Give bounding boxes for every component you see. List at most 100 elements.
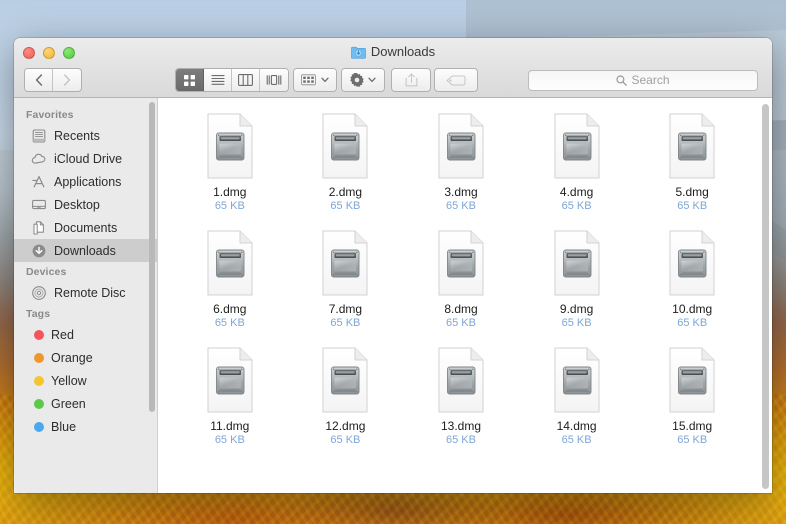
view-as-icons-button[interactable] <box>176 69 204 91</box>
share-control <box>391 68 431 92</box>
disk-image-icon <box>202 112 258 180</box>
window-titlebar[interactable]: Downloads <box>14 38 772 98</box>
action-button[interactable] <box>342 69 384 91</box>
window-title-text: Downloads <box>371 44 435 59</box>
sidebar-item-icloud-drive[interactable]: iCloud Drive <box>14 147 157 170</box>
file-name: 5.dmg <box>676 185 709 199</box>
sidebar-item-tag-red[interactable]: Red <box>14 323 157 346</box>
sidebar-item-desktop[interactable]: Desktop <box>14 193 157 216</box>
sidebar-item-tag-blue[interactable]: Blue <box>14 415 157 438</box>
sidebar-item-applications[interactable]: Applications <box>14 170 157 193</box>
file-size: 65 KB <box>446 317 476 330</box>
action-control <box>341 68 385 92</box>
icloud-icon <box>31 151 47 167</box>
file-browser-content[interactable]: 1.dmg65 KB 2.dmg65 KB 3. <box>158 98 772 493</box>
tag-dot-orange <box>34 353 44 363</box>
tag-dot-red <box>34 330 44 340</box>
file-item[interactable]: 2.dmg65 KB <box>288 112 404 213</box>
grid-icon <box>183 74 196 87</box>
file-name: 4.dmg <box>560 185 593 199</box>
file-item[interactable]: 10.dmg65 KB <box>634 229 750 330</box>
file-item[interactable]: 6.dmg65 KB <box>172 229 288 330</box>
file-item[interactable]: 9.dmg65 KB <box>519 229 635 330</box>
sidebar-item-label: Green <box>51 397 86 411</box>
sidebar-item-label: Applications <box>54 175 121 189</box>
search-input[interactable]: Search <box>528 70 758 91</box>
file-item[interactable]: 15.dmg65 KB <box>634 346 750 447</box>
sidebar-item-recents[interactable]: Recents <box>14 124 157 147</box>
disk-image-icon <box>664 112 720 180</box>
file-item[interactable]: 3.dmg65 KB <box>403 112 519 213</box>
desktop-icon <box>31 197 47 213</box>
sidebar-item-tag-orange[interactable]: Orange <box>14 346 157 369</box>
chevron-down-icon <box>368 77 376 83</box>
file-name: 6.dmg <box>213 302 246 316</box>
file-size: 65 KB <box>677 317 707 330</box>
file-item[interactable]: 13.dmg65 KB <box>403 346 519 447</box>
file-size: 65 KB <box>215 317 245 330</box>
zoom-button[interactable] <box>63 47 75 59</box>
file-size: 65 KB <box>215 200 245 213</box>
arrange-button[interactable] <box>294 69 336 91</box>
sidebar-item-remote-disc[interactable]: Remote Disc <box>14 281 157 304</box>
file-item[interactable]: 5.dmg65 KB <box>634 112 750 213</box>
file-name: 10.dmg <box>672 302 712 316</box>
close-button[interactable] <box>23 47 35 59</box>
tag-icon <box>446 75 466 86</box>
file-item[interactable]: 12.dmg65 KB <box>288 346 404 447</box>
documents-icon <box>31 220 47 236</box>
file-item[interactable]: 14.dmg65 KB <box>519 346 635 447</box>
back-button[interactable] <box>25 69 53 91</box>
disk-image-icon <box>433 346 489 414</box>
sidebar-item-label: Orange <box>51 351 93 365</box>
file-name: 12.dmg <box>325 419 365 433</box>
share-icon <box>405 73 418 87</box>
sidebar-section-header-devices: Devices <box>14 262 157 281</box>
forward-button[interactable] <box>53 69 81 91</box>
file-item[interactable]: 7.dmg65 KB <box>288 229 404 330</box>
sidebar-item-tag-green[interactable]: Green <box>14 392 157 415</box>
gear-icon <box>350 73 364 87</box>
sidebar-item-documents[interactable]: Documents <box>14 216 157 239</box>
file-item[interactable]: 8.dmg65 KB <box>403 229 519 330</box>
window-title: Downloads <box>14 44 772 59</box>
sidebar: Favorites Recents iCloud Drive <box>14 98 158 493</box>
arrange-control <box>293 68 337 92</box>
disk-image-icon <box>664 229 720 297</box>
coverflow-icon <box>266 74 282 86</box>
file-name: 13.dmg <box>441 419 481 433</box>
file-item[interactable]: 1.dmg65 KB <box>172 112 288 213</box>
file-name: 9.dmg <box>560 302 593 316</box>
file-name: 3.dmg <box>444 185 477 199</box>
sidebar-item-label: iCloud Drive <box>54 152 122 166</box>
sidebar-item-downloads[interactable]: Downloads <box>14 239 157 262</box>
file-item[interactable]: 4.dmg65 KB <box>519 112 635 213</box>
applications-icon <box>31 174 47 190</box>
sidebar-scrollbar[interactable] <box>149 102 155 412</box>
view-as-list-button[interactable] <box>204 69 232 91</box>
sidebar-section-header-tags: Tags <box>14 304 157 323</box>
minimize-button[interactable] <box>43 47 55 59</box>
view-as-coverflow-button[interactable] <box>260 69 288 91</box>
tags-button[interactable] <box>435 69 477 91</box>
content-scrollbar[interactable] <box>762 104 769 489</box>
disk-image-icon <box>317 229 373 297</box>
disk-image-icon <box>202 229 258 297</box>
file-size: 65 KB <box>677 434 707 447</box>
share-button[interactable] <box>392 69 430 91</box>
sidebar-item-label: Recents <box>54 129 100 143</box>
recents-icon <box>31 128 47 144</box>
file-name: 7.dmg <box>329 302 362 316</box>
view-as-columns-button[interactable] <box>232 69 260 91</box>
disk-image-icon <box>664 346 720 414</box>
file-size: 65 KB <box>215 434 245 447</box>
file-item[interactable]: 11.dmg65 KB <box>172 346 288 447</box>
list-icon <box>211 74 225 86</box>
file-size: 65 KB <box>330 200 360 213</box>
file-name: 8.dmg <box>444 302 477 316</box>
view-mode-buttons <box>175 68 289 92</box>
disk-image-icon <box>549 346 605 414</box>
sidebar-item-label: Downloads <box>54 244 116 258</box>
sidebar-item-label: Blue <box>51 420 76 434</box>
sidebar-item-tag-yellow[interactable]: Yellow <box>14 369 157 392</box>
